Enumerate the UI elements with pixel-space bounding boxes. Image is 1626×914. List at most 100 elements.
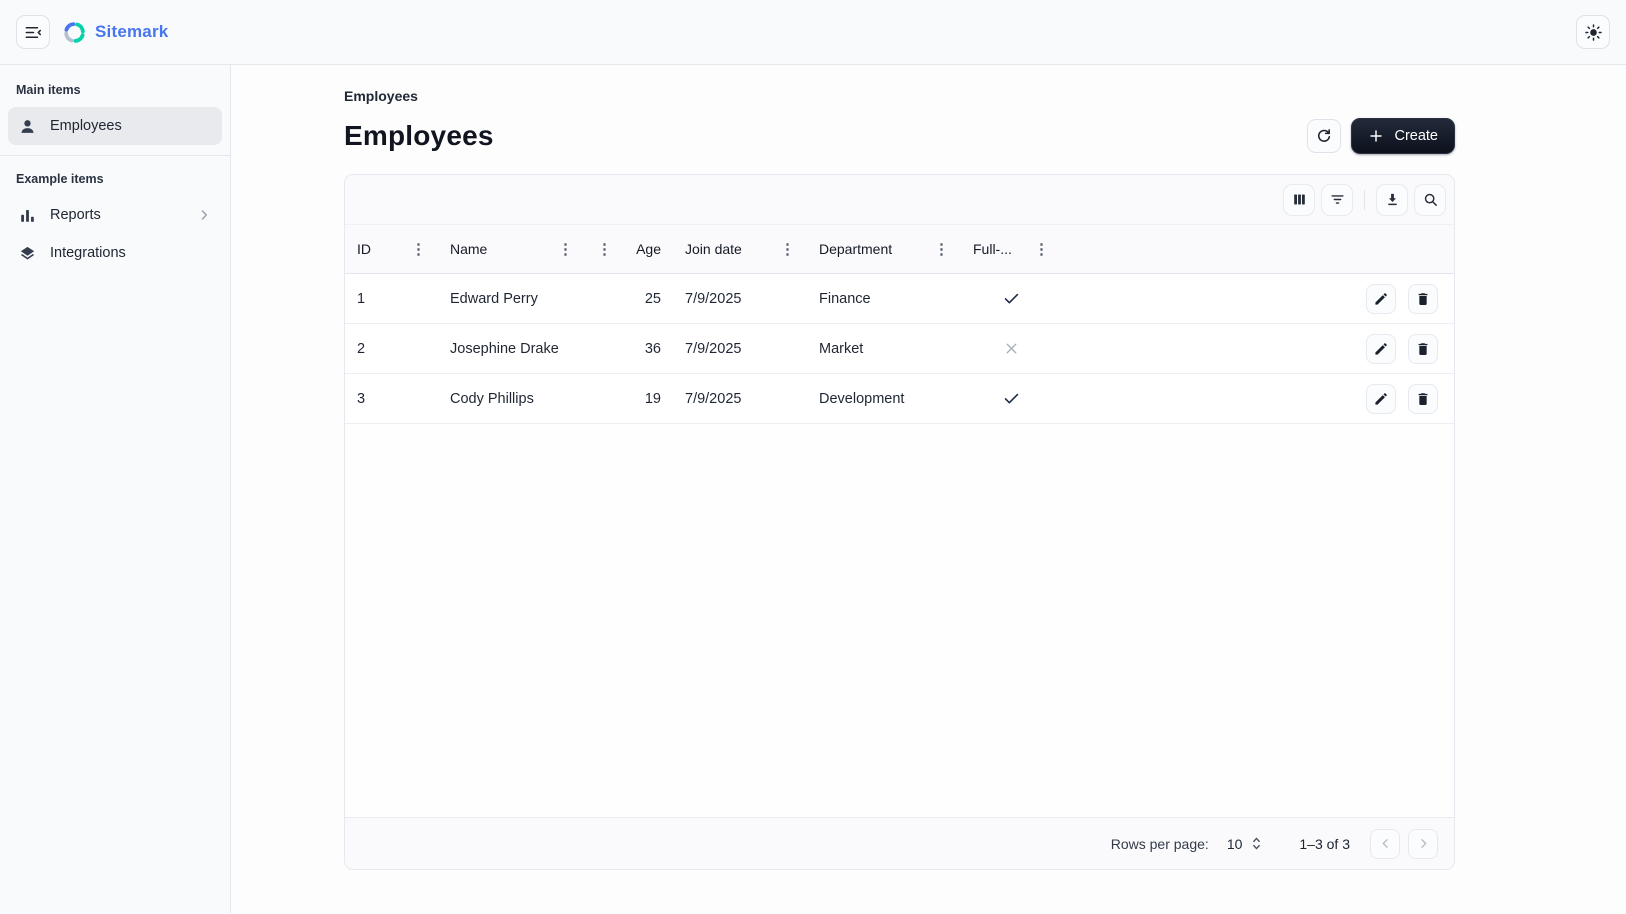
cell-join-date: 7/9/2025 xyxy=(673,324,807,373)
filter-icon xyxy=(1329,191,1346,208)
column-header-spacer xyxy=(1061,225,1342,273)
create-button[interactable]: Create xyxy=(1351,118,1455,154)
column-menu-icon[interactable]: ⋮ xyxy=(411,242,426,257)
download-icon xyxy=(1384,191,1401,208)
column-menu-icon[interactable]: ⋮ xyxy=(1034,242,1049,257)
column-header-label: ID xyxy=(357,241,371,257)
cell-name: Josephine Drake xyxy=(438,324,585,373)
sidebar-item-reports[interactable]: Reports xyxy=(8,196,222,234)
brand-logo: Sitemark xyxy=(62,20,168,45)
title-actions: Create xyxy=(1307,118,1455,154)
previous-page-button[interactable] xyxy=(1370,829,1400,859)
column-header-label: Join date xyxy=(685,241,742,257)
sidebar-section-label: Example items xyxy=(0,158,230,196)
refresh-button[interactable] xyxy=(1307,119,1341,153)
trash-icon xyxy=(1415,391,1431,407)
column-header-label: Department xyxy=(819,241,892,257)
page-title: Employees xyxy=(344,120,494,152)
breadcrumb: Employees xyxy=(344,88,1455,104)
sidebar-item-label: Integrations xyxy=(50,245,126,261)
cell-join-date: 7/9/2025 xyxy=(673,374,807,423)
column-menu-icon[interactable]: ⋮ xyxy=(934,242,949,257)
app-shell: Main items Employees Example items Repor… xyxy=(0,65,1626,913)
check-icon xyxy=(1002,289,1021,308)
sidebar-section-label: Main items xyxy=(0,69,230,107)
brand-name: Sitemark xyxy=(95,22,168,42)
export-button[interactable] xyxy=(1376,184,1408,216)
next-page-button[interactable] xyxy=(1408,829,1438,859)
bar-chart-icon xyxy=(18,206,37,225)
column-header-full-time: Full-... ⋮ xyxy=(961,225,1061,273)
edit-button[interactable] xyxy=(1366,284,1396,314)
edit-button[interactable] xyxy=(1366,334,1396,364)
column-header-id: ID ⋮ xyxy=(345,225,438,273)
cell-actions xyxy=(1342,274,1454,323)
cell-spacer xyxy=(1061,374,1342,423)
column-header-join-date: Join date ⋮ xyxy=(673,225,807,273)
filter-button[interactable] xyxy=(1321,184,1353,216)
chevron-right-icon xyxy=(1416,836,1431,851)
chevron-left-icon xyxy=(1378,836,1393,851)
trash-icon xyxy=(1415,291,1431,307)
person-icon xyxy=(18,117,37,136)
layers-icon xyxy=(18,244,37,263)
search-button[interactable] xyxy=(1414,184,1446,216)
select-arrows-icon xyxy=(1250,836,1263,851)
pagination-range-label: 1–3 of 3 xyxy=(1299,836,1350,852)
rows-per-page-value: 10 xyxy=(1227,836,1243,852)
create-button-label: Create xyxy=(1394,128,1438,144)
column-header-name: Name ⋮ xyxy=(438,225,585,273)
column-header-label: Name xyxy=(450,241,487,257)
sidebar-collapse-button[interactable] xyxy=(16,15,50,49)
columns-icon xyxy=(1291,191,1308,208)
chevron-right-icon xyxy=(196,207,212,223)
cell-department: Development xyxy=(807,374,961,423)
column-header-label: Age xyxy=(636,241,661,257)
grid-header-row: ID ⋮ Name ⋮ Age ⋮ Join date ⋮ xyxy=(345,224,1454,274)
search-icon xyxy=(1422,191,1439,208)
cell-id: 2 xyxy=(345,324,438,373)
cell-join-date: 7/9/2025 xyxy=(673,274,807,323)
column-header-actions xyxy=(1342,225,1454,273)
grid-footer: Rows per page: 10 1–3 of 3 xyxy=(345,817,1454,869)
delete-button[interactable] xyxy=(1408,384,1438,414)
rows-per-page-label: Rows per page: xyxy=(1111,836,1209,852)
edit-button[interactable] xyxy=(1366,384,1396,414)
columns-button[interactable] xyxy=(1283,184,1315,216)
menu-open-icon xyxy=(24,23,43,42)
trash-icon xyxy=(1415,341,1431,357)
grid-empty-area xyxy=(345,424,1454,817)
refresh-icon xyxy=(1315,127,1333,145)
theme-toggle-button[interactable] xyxy=(1576,15,1610,49)
close-icon xyxy=(1003,340,1020,357)
sidebar-item-integrations[interactable]: Integrations xyxy=(8,234,222,272)
sidebar-divider xyxy=(0,155,230,156)
column-header-label: Full-... xyxy=(973,241,1012,257)
cell-spacer xyxy=(1061,324,1342,373)
column-header-department: Department ⋮ xyxy=(807,225,961,273)
table-rows: 1Edward Perry257/9/2025Finance2Josephine… xyxy=(345,274,1454,424)
delete-button[interactable] xyxy=(1408,334,1438,364)
pencil-icon xyxy=(1373,391,1389,407)
table-row: 3Cody Phillips197/9/2025Development xyxy=(345,374,1454,424)
column-menu-icon[interactable]: ⋮ xyxy=(558,242,573,257)
cell-name: Cody Phillips xyxy=(438,374,585,423)
grid-toolbar xyxy=(345,175,1454,224)
pencil-icon xyxy=(1373,341,1389,357)
table-row: 1Edward Perry257/9/2025Finance xyxy=(345,274,1454,324)
rows-per-page-select[interactable]: 10 xyxy=(1227,836,1264,852)
cell-id: 3 xyxy=(345,374,438,423)
sitemark-logo-icon xyxy=(62,20,87,45)
sidebar: Main items Employees Example items Repor… xyxy=(0,65,231,913)
cell-department: Market xyxy=(807,324,961,373)
sidebar-item-employees[interactable]: Employees xyxy=(8,107,222,145)
column-menu-icon[interactable]: ⋮ xyxy=(597,242,612,257)
app-bar: Sitemark xyxy=(0,0,1626,65)
cell-age: 25 xyxy=(585,274,673,323)
data-grid: ID ⋮ Name ⋮ Age ⋮ Join date ⋮ xyxy=(344,174,1455,870)
table-row: 2Josephine Drake367/9/2025Market xyxy=(345,324,1454,374)
column-menu-icon[interactable]: ⋮ xyxy=(780,242,795,257)
cell-actions xyxy=(1342,324,1454,373)
delete-button[interactable] xyxy=(1408,284,1438,314)
main-area: Employees Employees xyxy=(231,65,1626,913)
